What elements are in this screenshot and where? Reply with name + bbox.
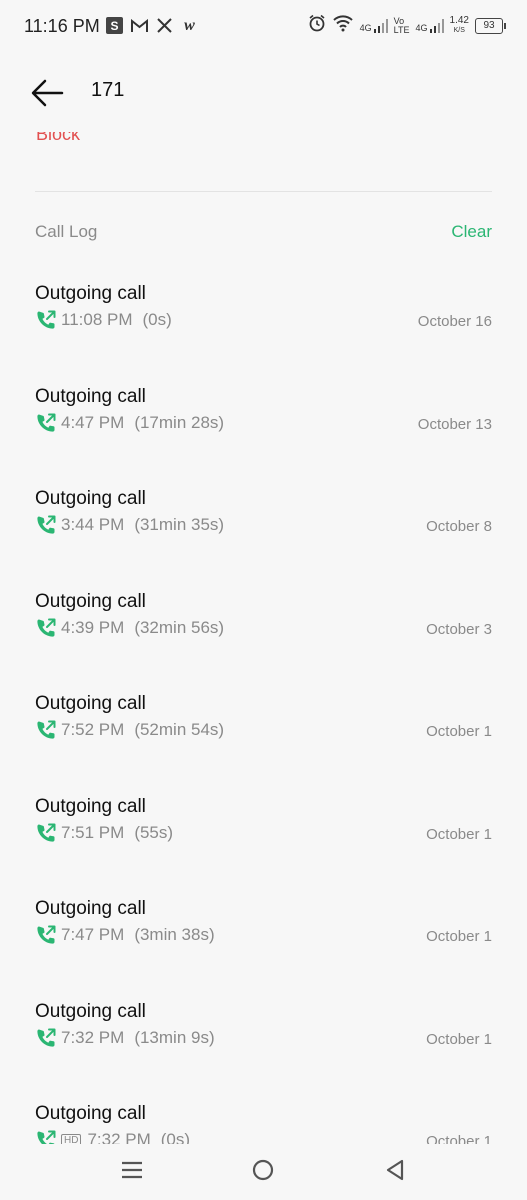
- wifi-icon: [332, 14, 354, 37]
- call-time: 4:39 PM: [61, 617, 125, 637]
- call-duration: (3min 38s): [134, 925, 215, 944]
- call-details: 7:51 PM (55s): [35, 822, 173, 844]
- call-details: 4:47 PM (17min 28s): [35, 412, 224, 434]
- divider: [35, 191, 492, 192]
- app-header: 171: [0, 60, 527, 124]
- call-duration: (55s): [134, 822, 174, 842]
- call-log-item[interactable]: Outgoing call 7:52 PM (52min 54s) October 1: [0, 689, 527, 792]
- outgoing-call-icon: [35, 514, 57, 536]
- gmail-icon: [131, 17, 148, 34]
- back-arrow-icon: [31, 79, 64, 107]
- back-triangle-icon: [386, 1159, 404, 1181]
- back-arrow-button[interactable]: [30, 78, 68, 110]
- call-duration: (0s): [160, 1130, 191, 1144]
- call-date: October 16: [417, 313, 492, 330]
- outgoing-call-icon: [35, 719, 57, 741]
- call-details: HD 7:32 PM (0s): [35, 1129, 190, 1144]
- call-log-item[interactable]: Outgoing call 7:51 PM (55s) October 1: [0, 792, 527, 895]
- outgoing-call-icon: [35, 412, 57, 434]
- block-button[interactable]: Block: [36, 132, 80, 145]
- status-time: 11:16 PM: [24, 16, 100, 36]
- call-duration: (0s): [142, 310, 172, 329]
- outgoing-call-icon: [35, 822, 57, 844]
- call-type: Outgoing call: [35, 590, 146, 612]
- call-type: Outgoing call: [35, 488, 146, 509]
- call-duration: (13min 9s): [134, 1027, 215, 1047]
- navigation-bar: [0, 1144, 527, 1200]
- call-duration: (31min 35s): [134, 515, 225, 534]
- call-details: 3:44 PM (31min 35s): [35, 514, 224, 536]
- call-time: 4:47 PM: [61, 412, 125, 432]
- call-time: 3:44 PM: [61, 515, 125, 534]
- call-details: 7:32 PM (13min 9s): [35, 1027, 215, 1049]
- call-log-item[interactable]: Outgoing call 3:44 PM (31min 35s) October 8: [0, 484, 527, 587]
- status-bar: 11:16 PM S w 4G Vo LTE 4G 1.42 K/S 93: [0, 0, 527, 52]
- x-icon: [156, 17, 173, 34]
- call-date: October 1: [426, 928, 492, 945]
- call-details: 4:39 PM (32min 56s): [35, 617, 224, 639]
- call-type: Outgoing call: [35, 1000, 146, 1022]
- home-button[interactable]: [251, 1158, 281, 1186]
- signal-2: 4G: [416, 18, 444, 33]
- call-date: October 1: [426, 1133, 492, 1144]
- battery-icon: 93: [475, 17, 506, 34]
- call-date: October 1: [426, 723, 492, 740]
- outgoing-call-icon: [35, 1027, 57, 1049]
- outgoing-call-icon: [35, 309, 57, 331]
- w-app-icon: w: [184, 16, 195, 34]
- call-type: Outgoing call: [35, 283, 146, 304]
- page-title: 171: [91, 79, 125, 101]
- system-icons: 4G Vo LTE 4G 1.42 K/S 93: [308, 14, 506, 37]
- call-log-item[interactable]: Outgoing call 4:47 PM (17min 28s) October 1…: [0, 382, 527, 485]
- call-date: October 13: [417, 415, 492, 433]
- notification-icons: S w: [106, 17, 198, 34]
- contact-detail-content: Block Call Log Clear Outgoing call 11:08 …: [0, 124, 527, 1144]
- call-log-item[interactable]: Outgoing call 7:47 PM (3min 38s) October 1: [0, 894, 527, 997]
- home-icon: [252, 1159, 274, 1181]
- call-log-heading: Call Log: [35, 222, 98, 241]
- call-duration: (17min 28s): [134, 412, 225, 432]
- call-duration: (52min 54s): [134, 720, 225, 739]
- call-log-item[interactable]: Outgoing call 4:39 PM (32min 56s) October 3: [0, 587, 527, 690]
- call-type: Outgoing call: [35, 898, 146, 919]
- s-app-icon: S: [106, 17, 123, 34]
- call-log-item[interactable]: Outgoing call HD 7:32 PM (0s) October 1: [0, 1099, 527, 1144]
- call-date: October 8: [426, 518, 492, 535]
- call-date: October 3: [426, 620, 492, 638]
- network-speed: 1.42 K/S: [449, 14, 469, 34]
- call-details: 11:08 PM (0s): [35, 309, 172, 331]
- call-date: October 1: [426, 1030, 492, 1048]
- call-date: October 1: [426, 825, 492, 843]
- call-details: 7:47 PM (3min 38s): [35, 924, 215, 946]
- volte-icon: Vo LTE: [393, 15, 410, 35]
- call-log-item[interactable]: Outgoing call 11:08 PM (0s) October 16: [0, 279, 527, 382]
- outgoing-call-icon: [35, 617, 57, 639]
- clear-button[interactable]: Clear: [451, 222, 492, 242]
- call-type: Outgoing call: [35, 795, 146, 817]
- call-time: 7:32 PM: [61, 1027, 125, 1047]
- call-time: 11:08 PM: [61, 310, 133, 329]
- call-time: 7:32 PM: [87, 1130, 151, 1144]
- call-time: 7:47 PM: [61, 925, 125, 944]
- call-time: 7:52 PM: [61, 720, 125, 739]
- menu-icon: [122, 1161, 142, 1179]
- signal-1: 4G: [360, 18, 388, 33]
- alarm-icon: [308, 14, 326, 37]
- hd-badge: HD: [61, 1133, 82, 1144]
- call-type: Outgoing call: [35, 385, 146, 407]
- call-type: Outgoing call: [35, 1103, 146, 1124]
- call-type: Outgoing call: [35, 693, 146, 714]
- recents-button[interactable]: [120, 1158, 150, 1186]
- call-duration: (32min 56s): [134, 617, 225, 637]
- call-log-item[interactable]: Outgoing call 7:32 PM (13min 9s) October 1: [0, 997, 527, 1100]
- outgoing-call-icon: [35, 924, 57, 946]
- nav-back-button[interactable]: [383, 1158, 413, 1186]
- call-time: 7:51 PM: [61, 822, 125, 842]
- outgoing-call-icon: [35, 1129, 57, 1144]
- call-details: 7:52 PM (52min 54s): [35, 719, 224, 741]
- call-log-list: Outgoing call 11:08 PM (0s) October 16 Outgo…: [0, 279, 527, 1144]
